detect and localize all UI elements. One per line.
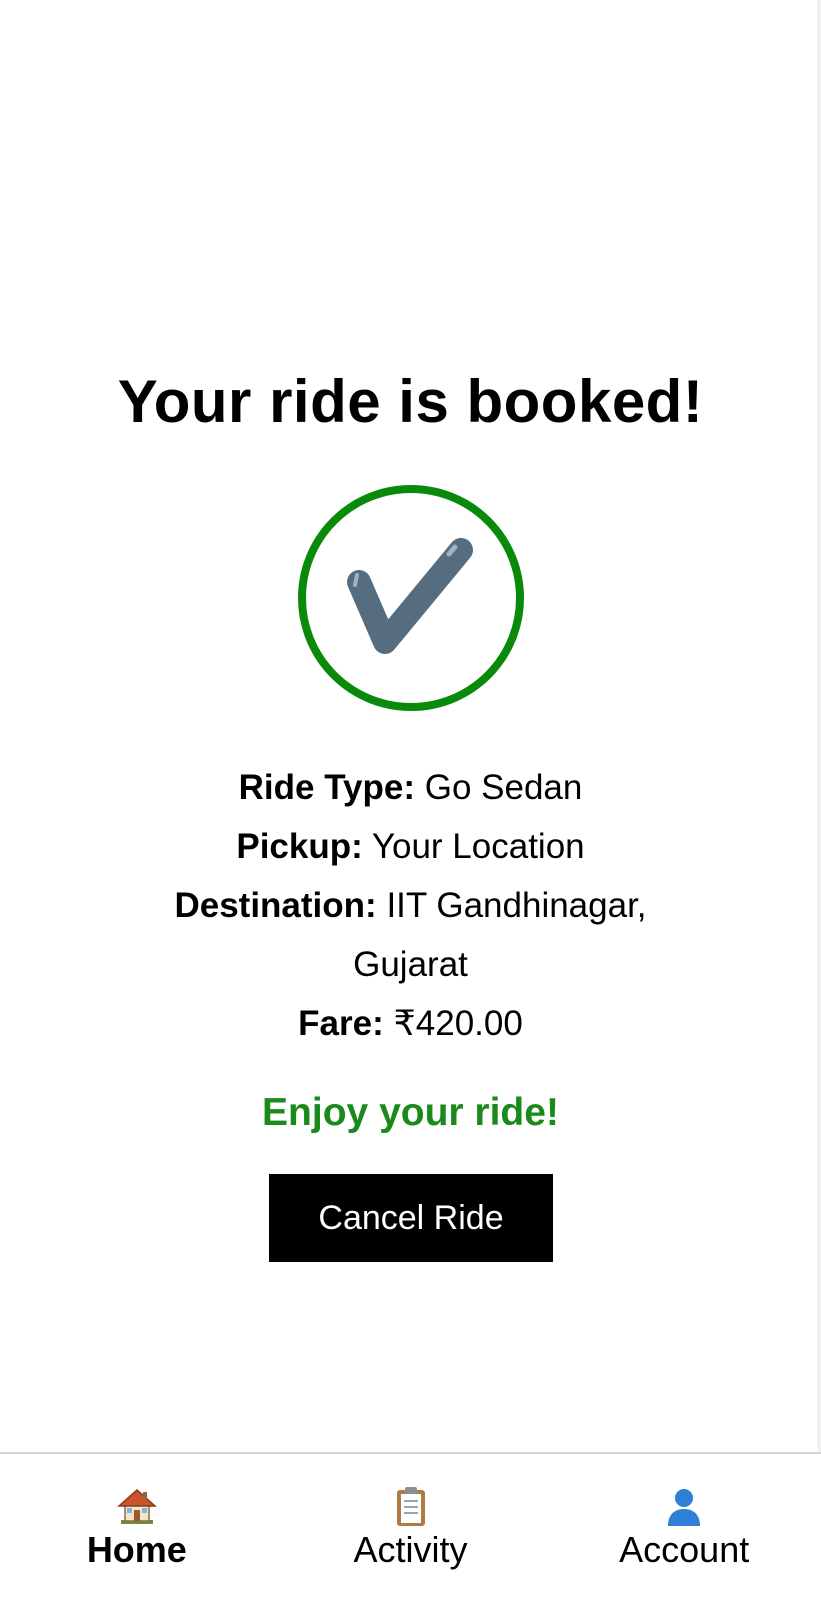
nav-item-activity[interactable]: Activity (274, 1454, 548, 1600)
fare-value: ₹420.00 (393, 1004, 523, 1043)
ride-type-row: Ride Type: Go Sedan (0, 758, 821, 817)
check-mark-icon (297, 484, 525, 712)
nav-item-home[interactable]: Home (0, 1454, 274, 1600)
pickup-label: Pickup: (236, 827, 363, 866)
cancel-ride-button[interactable]: Cancel Ride (269, 1174, 553, 1262)
destination-value-line1: IIT Gandhinagar, (386, 886, 647, 925)
user-icon (668, 1489, 701, 1526)
home-icon (116, 1488, 157, 1524)
fare-row: Fare: ₹420.00 (0, 994, 821, 1053)
pickup-row: Pickup: Your Location (0, 817, 821, 876)
nav-label-home: Home (86, 1529, 187, 1570)
page-title: Your ride is booked! (117, 368, 704, 435)
ride-details: Ride Type: Go Sedan Pickup: Your Locatio… (0, 758, 821, 1053)
nav-label-account: Account (619, 1529, 750, 1570)
pickup-value: Your Location (371, 827, 585, 866)
enjoy-message: Enjoy your ride! (262, 1091, 559, 1134)
destination-value-line2: Gujarat (353, 945, 468, 984)
destination-label: Destination: (174, 886, 377, 925)
nav-label-activity: Activity (353, 1529, 468, 1570)
ride-type-label: Ride Type: (238, 768, 415, 807)
nav-item-account[interactable]: Account (547, 1454, 821, 1600)
ride-type-value: Go Sedan (424, 768, 583, 807)
clipboard-icon (396, 1487, 425, 1526)
destination-continuation-row: Gujarat (0, 935, 821, 994)
bottom-navigation: Home Activity Account (0, 1452, 821, 1600)
scroll-edge (817, 0, 821, 1452)
fare-label: Fare: (298, 1004, 384, 1043)
destination-row: Destination: IIT Gandhinagar, (0, 876, 821, 935)
